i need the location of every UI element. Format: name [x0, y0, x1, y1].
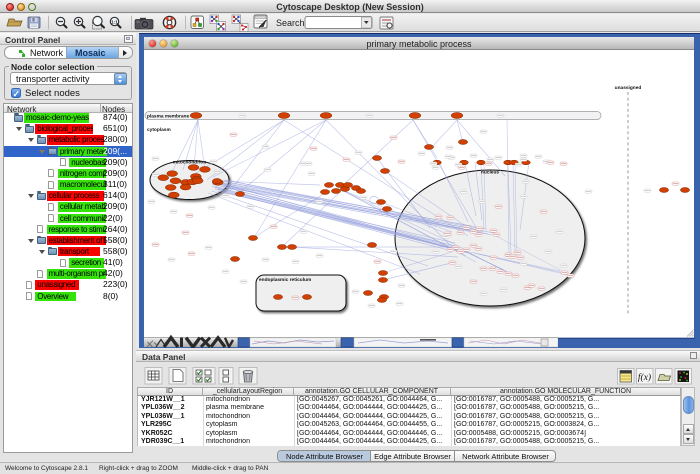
svg-text:f(x): f(x): [638, 372, 651, 383]
